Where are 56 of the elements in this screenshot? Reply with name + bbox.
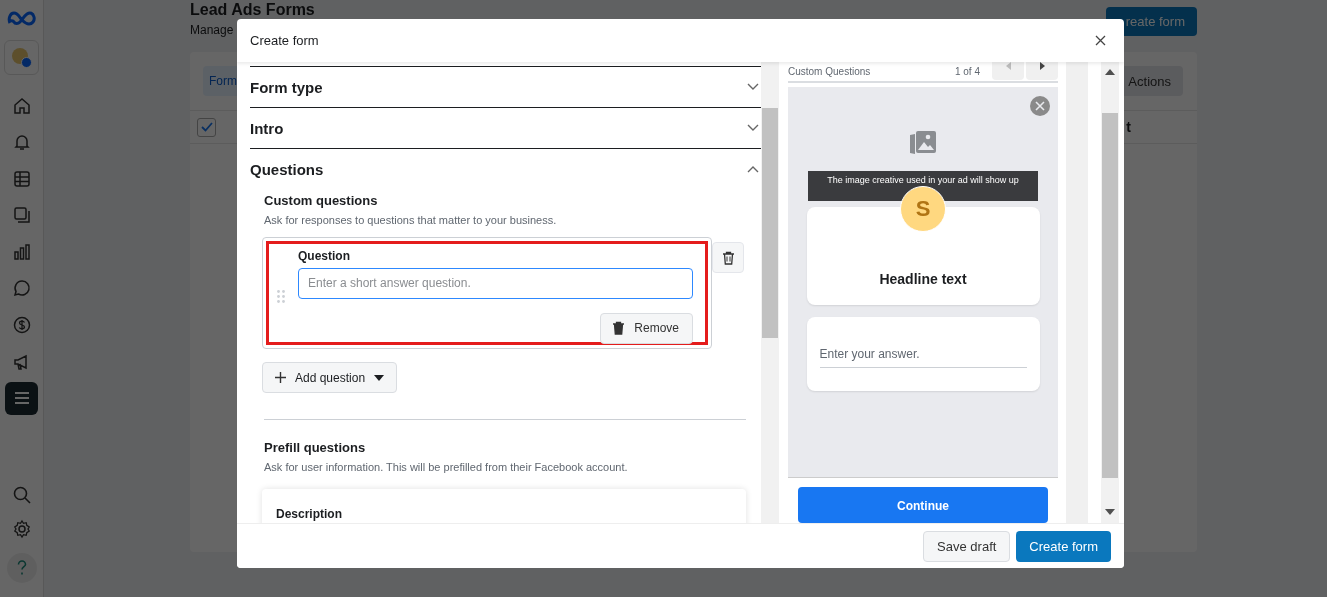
image-banner: The image creative used in your ad will show up (808, 170, 1038, 201)
add-question-button[interactable]: Add question (262, 362, 398, 393)
logo-icon[interactable] (6, 10, 37, 26)
select-all-checkbox[interactable] (197, 117, 216, 137)
remove-button[interactable]: Remove (600, 312, 693, 344)
section-title: Prefill questions (264, 440, 367, 455)
right-triangle-icon (1039, 62, 1045, 71)
section-description: Ask for responses to questions that matter to your business. (264, 214, 558, 226)
scroll-up-icon[interactable] (1105, 69, 1115, 75)
section-header[interactable]: Form type (250, 66, 761, 107)
close-button[interactable] (1093, 33, 1108, 48)
left-triangle-icon (1005, 62, 1011, 71)
layers-icon (11, 205, 32, 226)
question-input[interactable]: Enter a short answer question. (298, 267, 693, 299)
continue-button[interactable]: Continue (798, 487, 1048, 523)
page-title: Lead Ads Forms (190, 2, 315, 18)
table-icon (11, 168, 32, 189)
section-header[interactable]: Questions (250, 148, 761, 189)
scrollbar[interactable] (761, 62, 779, 523)
bell-icon (11, 132, 32, 153)
search-icon[interactable] (11, 485, 32, 505)
plus-icon (275, 372, 286, 383)
dollar-icon (11, 315, 32, 336)
home-icon (11, 95, 32, 116)
save-draft-button[interactable]: Save draft (923, 530, 1011, 562)
column-header: t (1126, 119, 1131, 135)
checkmark-icon (200, 122, 213, 132)
help-icon[interactable] (6, 553, 37, 583)
headline-text: Headline text (879, 270, 967, 287)
trash-icon (721, 250, 735, 265)
section-header[interactable]: Intro (250, 107, 761, 148)
section-description: Ask for user information. This will be prefilled from their Facebook account. (264, 461, 629, 473)
drag-handle-icon[interactable] (277, 289, 285, 303)
image-icon (909, 129, 937, 156)
close-icon (1095, 35, 1106, 46)
section-title: Custom questions (264, 193, 379, 208)
modal-title: Create form (250, 33, 319, 48)
answer-field: Enter your answer. (819, 346, 1027, 368)
preview-title: Custom Questions (788, 65, 871, 77)
page-subtitle: Manage (190, 23, 234, 37)
scrollbar[interactable] (1101, 62, 1119, 523)
bar-chart-icon (11, 241, 32, 262)
create-form-button[interactable]: Create form (1016, 530, 1111, 562)
trash-icon (612, 321, 626, 335)
page-counter: 1 of 4 (954, 65, 980, 77)
field-label: Description (276, 507, 342, 521)
close-icon[interactable] (1030, 95, 1050, 116)
field-label: Question (298, 248, 351, 263)
sidebar-item[interactable] (5, 381, 38, 415)
caret-icon (374, 374, 385, 381)
settings-icon[interactable] (11, 519, 32, 539)
avatar-icon (10, 46, 33, 69)
account-avatar[interactable] (4, 40, 39, 75)
scroll-down-icon[interactable] (1105, 509, 1115, 515)
chat-icon (11, 278, 32, 299)
delete-button[interactable] (712, 242, 744, 273)
